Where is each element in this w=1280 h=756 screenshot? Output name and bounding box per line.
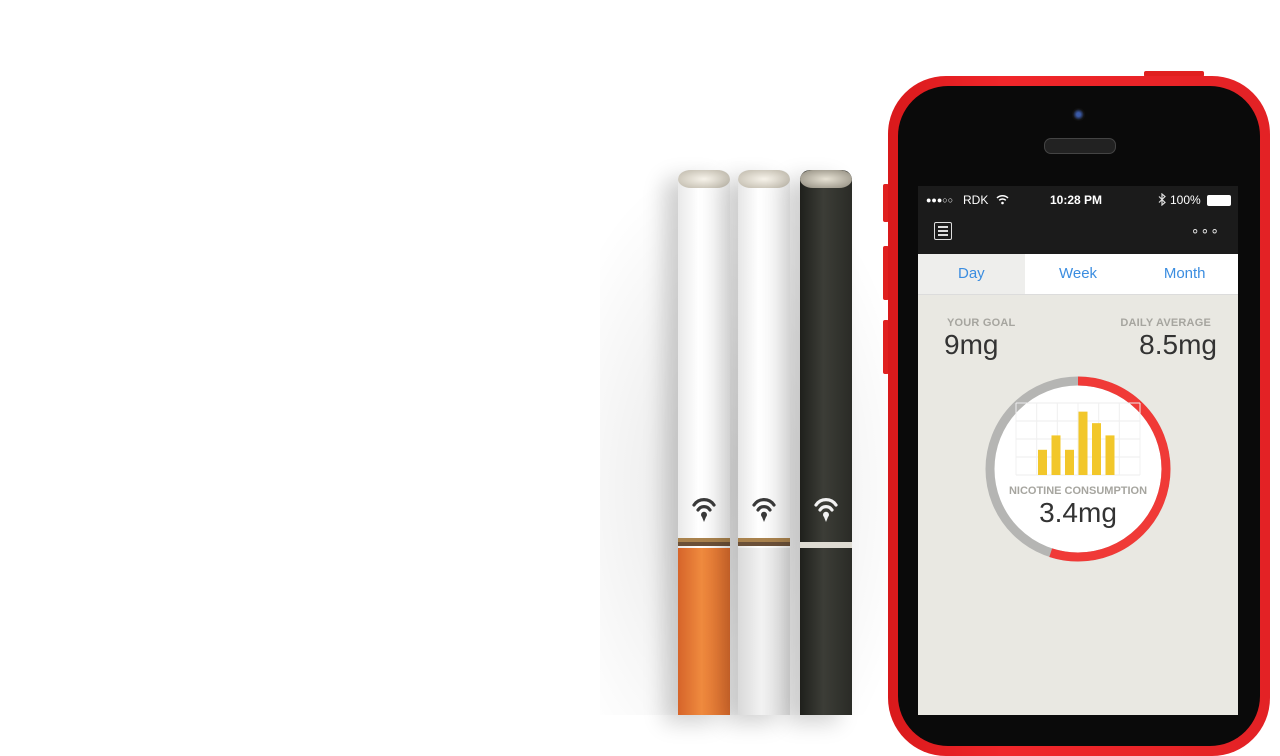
status-bar: ●●●○○ RDK 10:28 PM 100% [918,186,1238,214]
wifi-status-icon [996,195,1009,205]
consumption-bar [1038,449,1047,475]
wifi-logo-icon [752,498,776,522]
ring-chart [985,376,1171,562]
consumption-label: NICOTINE CONSUMPTION [1008,485,1148,497]
battery-icon [1207,195,1231,206]
tab-month[interactable]: Month [1131,254,1238,294]
consumption-value: 3.4mg [1039,497,1117,528]
tab-week[interactable]: Week [1025,254,1132,294]
goal-value: 9mg [944,329,999,360]
wifi-logo-icon [814,498,838,522]
tab-day[interactable]: Day [918,254,1025,294]
ecig-band [800,542,852,548]
phone-screen: ●●●○○ RDK 10:28 PM 100% ∘∘∘ Day Week Mon… [918,186,1238,715]
ecig-filter [678,548,730,715]
ecig-band-dark [738,542,790,546]
ecig-tip [678,170,730,188]
ecig-filter [738,548,790,715]
app-bar: ∘∘∘ [918,214,1238,254]
period-tabs: Day Week Month [918,254,1238,295]
consumption-ring[interactable]: NICOTINE CONSUMPTION 3.4mg [982,373,1174,565]
signal-dots: ●●●○○ [926,195,954,205]
clock: 10:28 PM [1050,193,1103,207]
ecig-white [738,170,790,715]
ecig-tip [738,170,790,188]
bluetooth-icon [1158,193,1166,206]
ecig-black [800,170,852,715]
average-value: 8.5mg [1139,329,1217,360]
battery-percent: 100% [1170,193,1201,207]
consumption-bar [1065,449,1074,475]
consumption-bar [1092,423,1101,475]
consumption-bar [1078,411,1088,475]
ecig-band-dark [678,542,730,546]
ecig-tip [800,170,852,188]
consumption-bar [1105,435,1115,475]
average-label: DAILY AVERAGE [1120,317,1211,329]
earpiece-speaker [1044,138,1116,154]
goal-label: YOUR GOAL [947,317,1016,329]
consumption-bar [1051,435,1061,475]
more-dots-icon[interactable]: ∘∘∘ [1191,222,1220,239]
ecig-orange [678,170,730,715]
carrier-name: RDK [963,193,989,207]
wifi-logo-icon [692,498,716,522]
settings-list-icon[interactable] [934,222,952,240]
front-camera [1072,108,1085,121]
dashboard: YOUR GOAL 9mg DAILY AVERAGE 8.5mg NICOTI… [918,295,1238,715]
